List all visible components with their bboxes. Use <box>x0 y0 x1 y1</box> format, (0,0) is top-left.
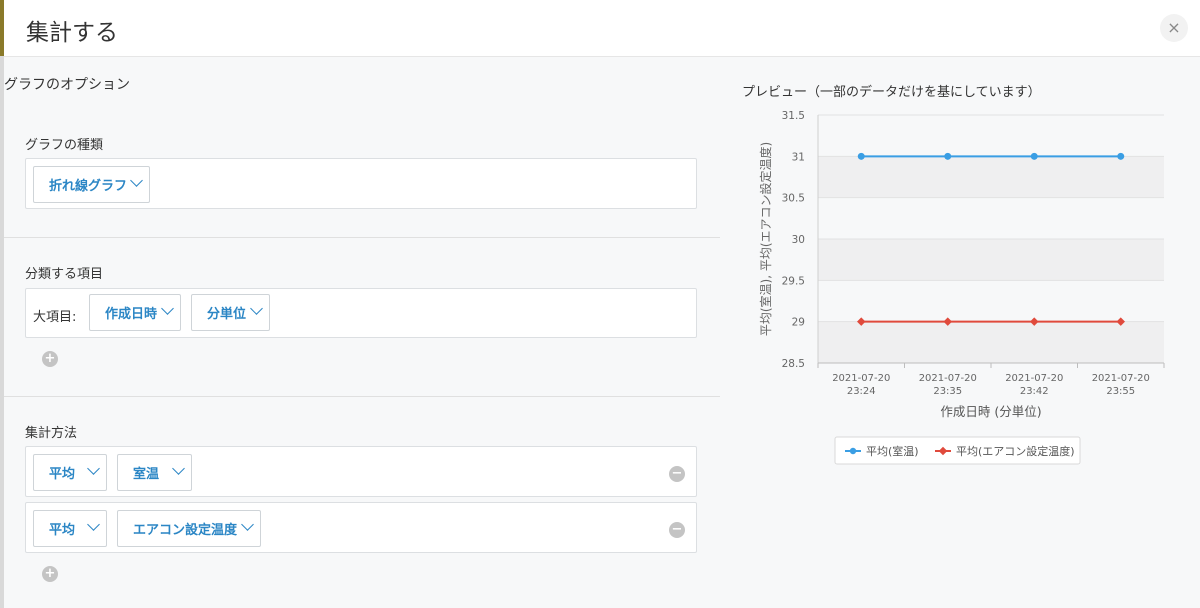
preview-chart: 28.52929.53030.53131.5 2021-07-20 23:2420… <box>758 110 1165 465</box>
x-tick-label: 2021-07-20 23:55 <box>1092 373 1150 397</box>
x-axis-ticks: 2021-07-20 23:24 2021-07-20 23:35 2021-07-20… <box>832 373 1150 397</box>
legend-marker <box>849 447 857 455</box>
aggregation-row: 平均 室温 − <box>25 446 697 497</box>
data-point <box>1030 152 1038 160</box>
aggregation-field-dropdown[interactable]: 室温 <box>117 454 192 491</box>
x-tick-label: 2021-07-20 23:24 <box>832 373 890 397</box>
chart-type-box: 折れ線グラフ <box>25 158 697 209</box>
data-point <box>1117 152 1125 160</box>
modal-header: 集計する × <box>4 0 1200 57</box>
data-point <box>944 152 952 160</box>
section-divider <box>4 396 720 397</box>
y-tick-label: 29 <box>792 317 805 329</box>
y-tick-label: 28.5 <box>782 358 805 370</box>
graph-options-title: グラフのオプション <box>4 77 130 93</box>
modal-title: 集計する <box>26 20 118 46</box>
grid-band <box>818 156 1164 198</box>
chart-type-value: 折れ線グラフ <box>49 179 128 194</box>
y-tick-label: 31 <box>792 151 805 163</box>
chevron-down-icon <box>87 518 100 531</box>
aggregation-method-value: 平均 <box>49 467 76 482</box>
y-tick-label: 31.5 <box>782 110 805 122</box>
y-axis-label: 平均(室温), 平均(エアコン設定温度) <box>758 142 773 336</box>
remove-aggregation-button[interactable]: − <box>669 522 685 538</box>
aggregation-row: 平均 エアコン設定温度 − <box>25 502 697 553</box>
grouping-box: 大項目: 作成日時 分単位 <box>25 288 697 338</box>
grid-band <box>818 239 1164 281</box>
preview-title: プレビュー（一部のデータだけを基にしています） <box>742 85 1041 100</box>
chevron-down-icon <box>172 462 185 475</box>
x-axis-label: 作成日時 (分単位) <box>940 404 1041 419</box>
aggregation-label: 集計方法 <box>25 426 78 441</box>
legend-label: 平均(エアコン設定温度) <box>956 444 1075 458</box>
section-divider <box>4 237 720 238</box>
legend-label: 平均(室温) <box>866 444 919 458</box>
aggregation-method-dropdown[interactable]: 平均 <box>33 454 107 491</box>
y-tick-label: 29.5 <box>782 275 805 287</box>
chart-grid <box>817 114 1165 368</box>
x-tick-label: 2021-07-20 23:42 <box>1005 373 1063 397</box>
grouping-label: 分類する項目 <box>25 267 104 282</box>
chart-type-dropdown[interactable]: 折れ線グラフ <box>33 166 150 203</box>
remove-aggregation-button[interactable]: − <box>669 466 685 482</box>
major-item-label: 大項目: <box>33 310 77 325</box>
grouping-unit-value: 分単位 <box>207 307 247 322</box>
chevron-down-icon <box>161 302 174 315</box>
close-button[interactable]: × <box>1160 14 1188 42</box>
aggregation-field-dropdown[interactable]: エアコン設定温度 <box>117 510 261 547</box>
aggregation-field-value: 室温 <box>133 467 160 482</box>
x-tick-label: 2021-07-20 23:35 <box>919 373 977 397</box>
grouping-field-value: 作成日時 <box>105 307 158 322</box>
grid-band <box>818 321 1164 363</box>
chart-type-label: グラフの種類 <box>25 138 104 153</box>
y-tick-label: 30.5 <box>782 193 805 205</box>
chevron-down-icon <box>87 462 100 475</box>
aggregation-field-value: エアコン設定温度 <box>133 523 238 538</box>
aggregation-method-value: 平均 <box>49 523 76 538</box>
aggregation-method-dropdown[interactable]: 平均 <box>33 510 107 547</box>
chevron-down-icon <box>241 518 254 531</box>
data-point <box>857 152 865 160</box>
y-axis-ticks: 28.5 29 29.5 30 30.5 31 31.5 <box>782 110 805 370</box>
grouping-unit-dropdown[interactable]: 分単位 <box>191 294 270 331</box>
y-tick-label: 30 <box>792 234 805 246</box>
chevron-down-icon <box>130 174 143 187</box>
chevron-down-icon <box>250 302 263 315</box>
add-aggregation-button[interactable]: + <box>42 566 58 582</box>
add-grouping-button[interactable]: + <box>42 351 58 367</box>
chart-legend: 平均(室温) 平均(エアコン設定温度) <box>834 436 1081 465</box>
grouping-field-dropdown[interactable]: 作成日時 <box>89 294 181 331</box>
